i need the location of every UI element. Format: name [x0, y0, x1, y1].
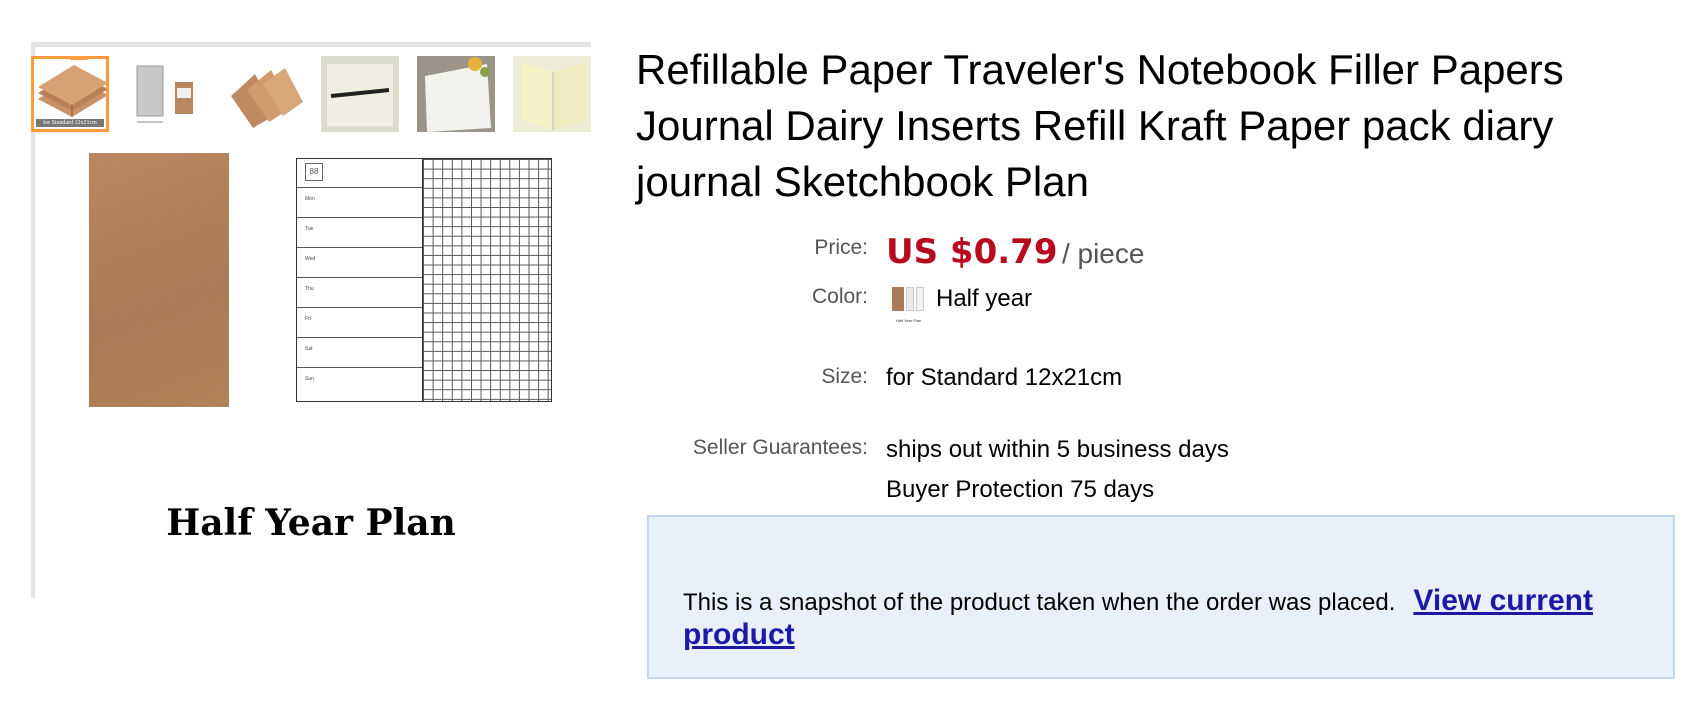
plan-caption: Half Year Plan [166, 502, 456, 544]
price-amount: US $0.79 [886, 232, 1058, 272]
thumbnail-2[interactable] [129, 56, 207, 132]
color-swatch-text: Half Year Plan [896, 318, 922, 323]
size-label: Size: [821, 365, 868, 388]
gallery-top-border [31, 42, 591, 47]
cream-pages-image [513, 56, 591, 132]
price-label: Price: [814, 236, 868, 259]
price: US $0.79 / piece [886, 232, 1144, 272]
thumbnail-5[interactable] [417, 56, 495, 132]
guarantee-shipping: ships out within 5 business days [886, 436, 1229, 463]
product-gallery: for Standard 12x21cm 88 Mon Tue Wed Thu … [31, 42, 591, 598]
thumbnail-1[interactable]: for Standard 12x21cm [31, 56, 109, 132]
thumbnail-6[interactable] [513, 56, 591, 132]
color-value: Half year [936, 285, 1033, 312]
active-thumb-indicator [70, 59, 88, 60]
color-swatch[interactable]: Half Year Plan [890, 287, 934, 323]
planner-page-image: 88 Mon Tue Wed Thu Fri Sat Sun [296, 158, 552, 402]
guarantee-protection: Buyer Protection 75 days [886, 476, 1155, 503]
snapshot-message: This is a snapshot of the product taken … [683, 589, 1396, 616]
kraft-page-image [89, 153, 229, 407]
thumbnail-strip: for Standard 12x21cm [31, 50, 591, 132]
thumbnail-3[interactable] [225, 56, 303, 132]
guarantees-label: Seller Guarantees: [692, 436, 868, 459]
product-title: Refillable Paper Traveler's Notebook Fil… [636, 46, 1564, 205]
main-product-image: 88 Mon Tue Wed Thu Fri Sat Sun [31, 142, 591, 508]
size-value: for Standard 12x21cm [886, 364, 1123, 391]
kraft-covers-image [231, 68, 303, 128]
grid-page [423, 159, 551, 401]
color-label: Color: [811, 285, 868, 308]
size-chart-image [136, 65, 193, 123]
price-unit: / piece [1061, 238, 1145, 269]
snapshot-notice: This is a snapshot of the product taken … [647, 515, 1675, 679]
thumbnail-caption: for Standard 12x21cm [36, 119, 104, 127]
kraft-notebooks-image [38, 65, 106, 117]
open-notebook-image [417, 56, 495, 132]
notebook-pen-image [321, 56, 399, 132]
thumbnail-4[interactable] [321, 56, 399, 132]
